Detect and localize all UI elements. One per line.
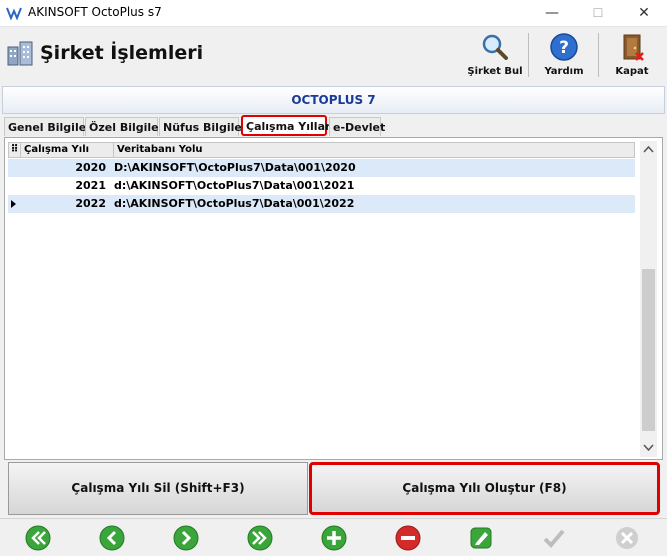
last-record-icon[interactable] <box>247 525 273 551</box>
exit-label: Kapat <box>615 66 649 77</box>
edit-icon[interactable] <box>468 525 494 551</box>
row-indicator <box>8 159 20 177</box>
tab-working-years[interactable]: Çalışma Yılları <box>241 115 334 136</box>
working-years-panel: ⠿ Çalışma Yılı Veritabanı Yolu 2020 D:\A… <box>4 137 663 460</box>
tab-e-government[interactable]: e-Devlet <box>329 117 385 136</box>
find-company-label: Şirket Bul <box>467 66 523 77</box>
scroll-up-icon[interactable] <box>643 145 654 153</box>
table-row[interactable]: 2021 d:\AKINSOFT\OctoPlus7\Data\001\2021 <box>8 177 635 195</box>
cancel-icon <box>616 527 638 549</box>
delete-working-year-button[interactable]: Çalışma Yılı Sil (Shift+F3) <box>8 462 308 515</box>
page-title: Şirket İşlemleri <box>40 42 204 64</box>
tab-general-info[interactable]: Genel Bilgiler <box>4 117 92 136</box>
column-header-db-path[interactable]: Veritabanı Yolu <box>113 142 635 158</box>
create-working-year-button[interactable]: Çalışma Yılı Oluştur (F8) <box>309 462 660 515</box>
help-label: Yardım <box>544 66 584 77</box>
row-db-path: D:\AKINSOFT\OctoPlus7\Data\001\2020 <box>114 161 356 174</box>
save-check-icon <box>543 529 565 548</box>
scrollbar-thumb[interactable] <box>642 269 655 431</box>
table-row[interactable]: 2020 D:\AKINSOFT\OctoPlus7\Data\001\2020 <box>8 159 635 177</box>
scroll-down-icon[interactable] <box>643 444 654 452</box>
app-logo-icon <box>6 7 22 20</box>
svg-text:?: ? <box>559 38 569 58</box>
header-divider <box>528 33 529 77</box>
previous-record-icon[interactable] <box>99 525 125 551</box>
row-year: 2020 <box>75 161 106 174</box>
find-company-button[interactable]: Şirket Bul <box>466 29 524 81</box>
title-bar: AKINSOFT OctoPlus s7 — ☐ ✕ <box>0 0 667 27</box>
row-db-path: d:\AKINSOFT\OctoPlus7\Data\001\2022 <box>114 197 355 210</box>
tab-population-info[interactable]: Nüfus Bilgileri <box>159 117 251 136</box>
product-banner: OCTOPLUS 7 <box>2 86 665 114</box>
tab-special-info[interactable]: Özel Bilgiler <box>85 117 164 136</box>
column-header-year[interactable]: Çalışma Yılı <box>20 142 114 158</box>
row-year: 2021 <box>75 179 106 192</box>
record-navigation-bar <box>0 518 667 556</box>
maximize-button[interactable]: ☐ <box>575 0 621 26</box>
minimize-button[interactable]: — <box>529 0 575 26</box>
exit-door-icon <box>623 34 644 61</box>
vertical-scrollbar[interactable] <box>640 141 657 457</box>
table-row[interactable]: 2022 d:\AKINSOFT\OctoPlus7\Data\001\2022 <box>8 195 635 213</box>
first-record-icon[interactable] <box>25 525 51 551</box>
next-record-icon[interactable] <box>173 525 199 551</box>
close-button[interactable]: ✕ <box>621 0 667 26</box>
company-buildings-icon <box>7 41 33 66</box>
help-icon: ? <box>550 33 578 61</box>
working-years-grid[interactable]: ⠿ Çalışma Yılı Veritabanı Yolu 2020 D:\A… <box>8 142 636 458</box>
row-year: 2022 <box>75 197 106 210</box>
exit-button[interactable]: Kapat <box>603 29 661 81</box>
add-icon[interactable] <box>321 525 347 551</box>
search-icon <box>482 34 508 60</box>
window-title: AKINSOFT OctoPlus s7 <box>28 5 162 19</box>
row-db-path: d:\AKINSOFT\OctoPlus7\Data\001\2021 <box>114 179 355 192</box>
current-row-pointer-icon <box>8 195 20 213</box>
module-header: Şirket İşlemleri Şirket Bul ? Yardım Kap… <box>0 27 667 83</box>
help-button[interactable]: ? Yardım <box>535 29 593 81</box>
row-indicator <box>8 177 20 195</box>
delete-icon[interactable] <box>395 525 421 551</box>
header-divider <box>598 33 599 77</box>
